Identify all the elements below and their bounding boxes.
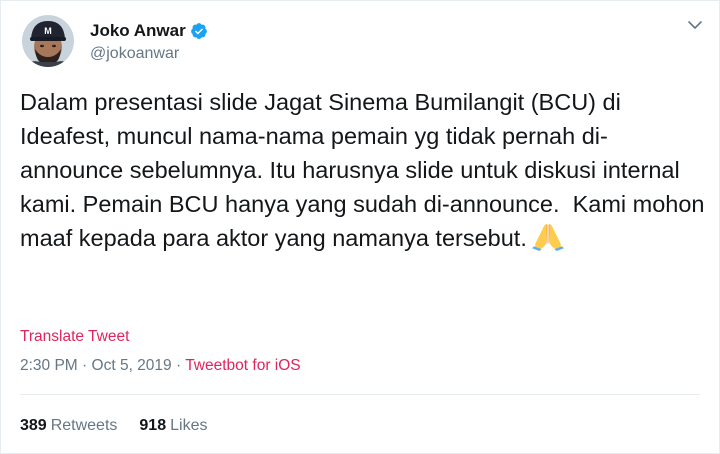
avatar-photo: M: [22, 15, 74, 67]
author-name-row[interactable]: Joko Anwar: [90, 20, 208, 42]
divider: [20, 394, 700, 395]
likes-label: Likes: [170, 417, 208, 434]
retweets-count: 389: [20, 417, 47, 434]
tweet-text: Dalam presentasi slide Jagat Sinema Bumi…: [20, 89, 712, 251]
likes-count: 918: [139, 417, 167, 434]
tweet-stats: 389 Retweets 918 Likes: [20, 417, 229, 435]
tweet-date[interactable]: Oct 5, 2019: [92, 357, 172, 374]
tweet-source-link[interactable]: Tweetbot for iOS: [185, 357, 300, 374]
verified-badge-icon: [190, 23, 207, 39]
tweet-meta: 2:30 PM · Oct 5, 2019 · Tweetbot for iOS: [20, 357, 301, 375]
meta-separator: ·: [82, 357, 88, 374]
meta-separator: ·: [175, 357, 182, 374]
author-avatar[interactable]: M: [22, 15, 74, 67]
retweets-label: Retweets: [50, 417, 118, 434]
tweet-card: M Joko Anwar @jokoanwar Dalam presentasi…: [0, 0, 720, 454]
author-display-name[interactable]: Joko Anwar: [90, 21, 186, 41]
translate-tweet-link[interactable]: Translate Tweet: [20, 328, 129, 346]
author-handle[interactable]: @jokoanwar: [90, 45, 179, 63]
retweets-stat[interactable]: 389 Retweets: [20, 417, 117, 435]
svg-text:M: M: [44, 26, 52, 36]
likes-stat[interactable]: 918 Likes: [139, 417, 207, 435]
tweet-body: Dalam presentasi slide Jagat Sinema Bumi…: [20, 85, 710, 255]
chevron-down-icon[interactable]: [687, 17, 703, 33]
folded-hands-icon: [531, 223, 564, 251]
tweet-time[interactable]: 2:30 PM: [20, 357, 78, 374]
